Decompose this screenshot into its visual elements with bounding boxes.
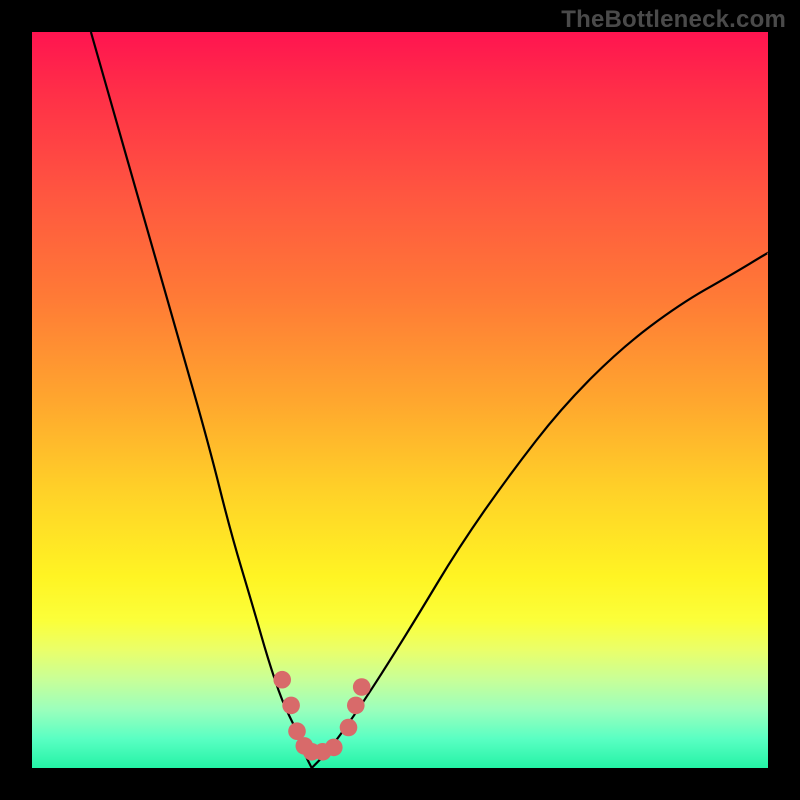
marker-dot xyxy=(347,697,365,715)
curve-left-branch xyxy=(91,32,312,768)
watermark-text: TheBottleneck.com xyxy=(561,6,786,34)
marker-dot xyxy=(353,678,371,696)
markers-group xyxy=(273,671,370,761)
plot-area xyxy=(32,32,768,768)
marker-dot xyxy=(340,719,358,737)
marker-dot xyxy=(325,739,343,757)
curve-right-branch xyxy=(312,253,768,768)
marker-dot xyxy=(282,697,300,715)
marker-dot xyxy=(273,671,291,689)
curves-svg xyxy=(32,32,768,768)
chart-frame: TheBottleneck.com xyxy=(0,0,800,800)
